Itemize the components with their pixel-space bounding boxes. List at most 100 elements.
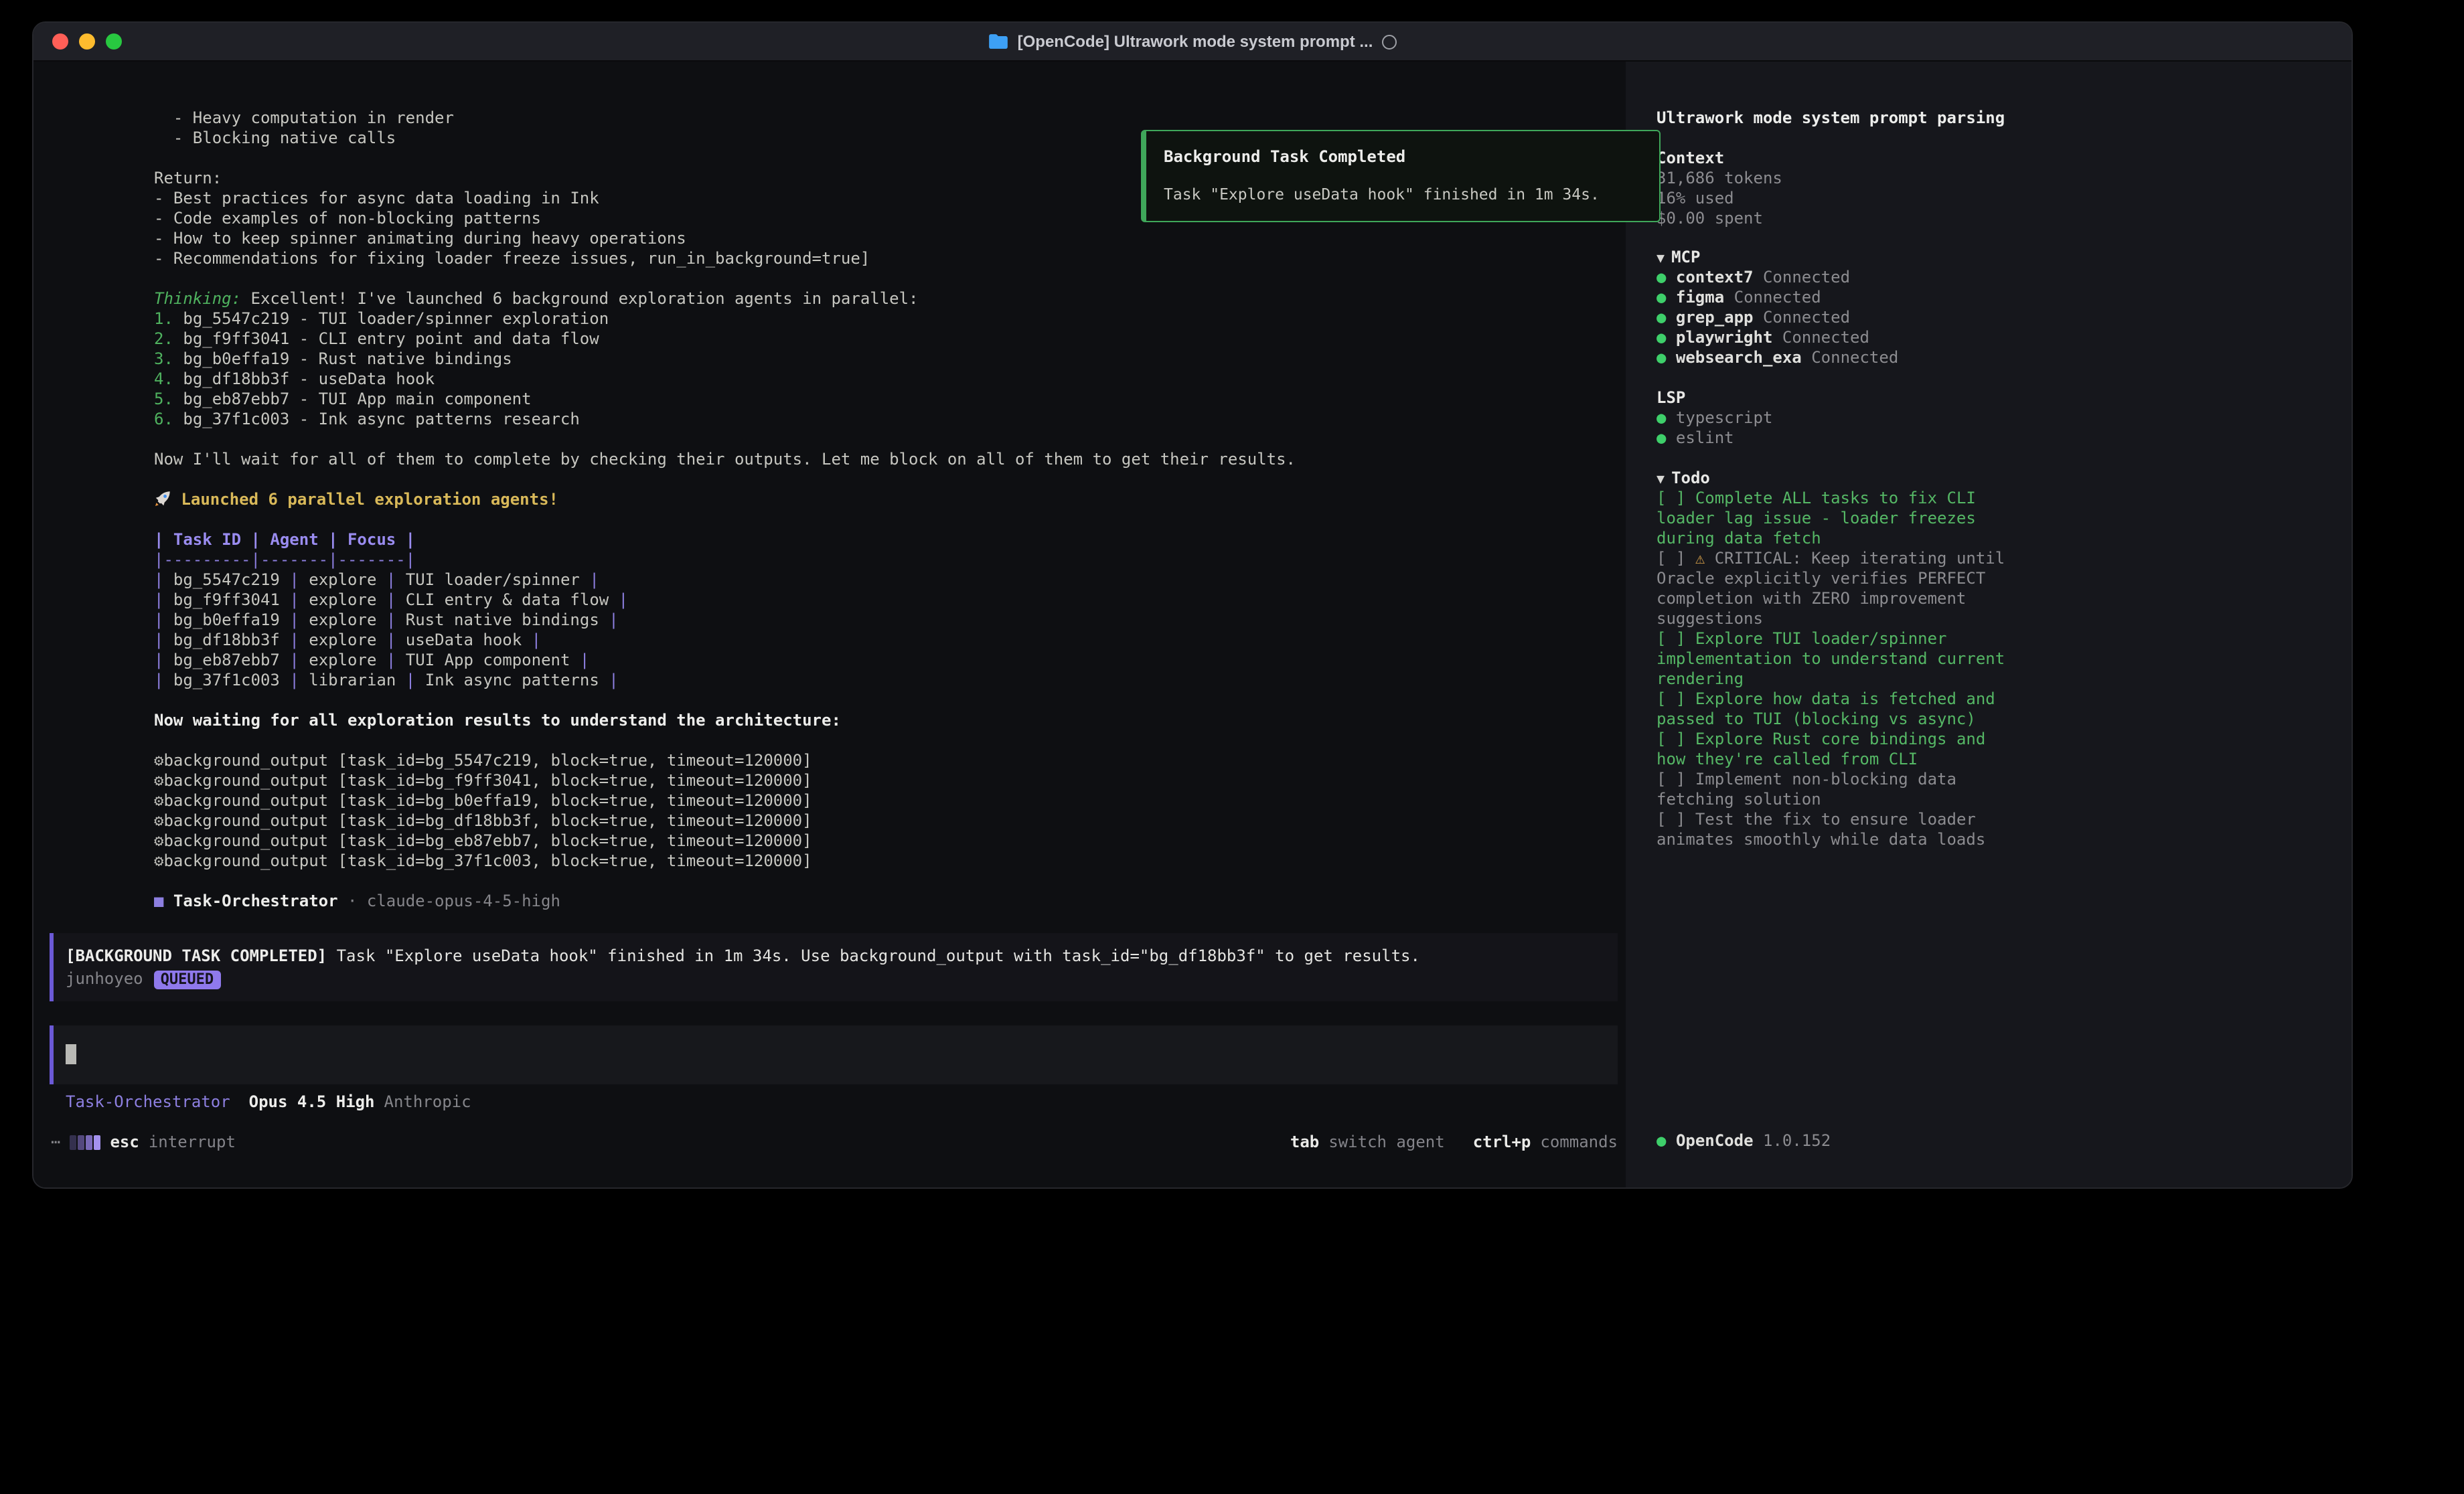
text-segment: explore bbox=[309, 610, 376, 629]
notification-title: Background Task Completed bbox=[1164, 147, 1642, 167]
spinner-blocks bbox=[70, 1135, 100, 1149]
terminal-line: Launched 6 parallel exploration agents! bbox=[154, 490, 1626, 510]
terminal-line: 4. bg_df18bb3f - useData hook bbox=[154, 369, 1626, 390]
mcp-status: Connected bbox=[1763, 308, 1850, 327]
brand-name: OpenCode bbox=[1676, 1131, 1754, 1150]
context-tokens: 31,686 tokens bbox=[1657, 169, 2352, 189]
sidebar-footer: ● OpenCode 1.0.152 bbox=[1657, 1131, 1831, 1151]
status-dot-icon: ● bbox=[1657, 428, 1676, 447]
text-segment: explore bbox=[309, 651, 376, 669]
text-segment: bg_f9ff3041 - CLI entry point and data f… bbox=[183, 329, 599, 348]
text-segment: bg_5547c219 bbox=[173, 570, 280, 589]
todo-checkbox: [ ] bbox=[1657, 810, 1695, 829]
mcp-name: context7 bbox=[1676, 268, 1763, 286]
mcp-name: playwright bbox=[1676, 328, 1782, 347]
prompt-input[interactable] bbox=[50, 1025, 1618, 1084]
terminal-line: | bg_b0effa19 | explore | Rust native bi… bbox=[154, 610, 1626, 631]
text-segment: TUI App component bbox=[406, 651, 570, 669]
esc-key-hint: esc bbox=[110, 1133, 139, 1151]
terminal-line: Now I'll wait for all of them to complet… bbox=[154, 450, 1626, 470]
text-segment: | Task ID | Agent | Focus | bbox=[154, 530, 415, 549]
ctrlp-key-label: commands bbox=[1540, 1133, 1618, 1151]
close-button[interactable] bbox=[52, 33, 68, 50]
mcp-heading[interactable]: ▼MCP bbox=[1657, 248, 2352, 268]
terminal-line bbox=[154, 872, 1626, 892]
text-segment: 2. bbox=[154, 329, 183, 348]
text-segment: 3. bbox=[154, 349, 183, 368]
todo-item: [ ] Explore how data is fetched and pass… bbox=[1657, 689, 2015, 730]
titlebar[interactable]: [OpenCode] Ultrawork mode system prompt … bbox=[33, 23, 2352, 62]
spinner-block bbox=[86, 1135, 92, 1149]
todo-item: [ ] Test the fix to ensure loader animat… bbox=[1657, 810, 2015, 850]
terminal-line: ⚙background_output [task_id=bg_5547c219,… bbox=[154, 751, 1626, 771]
context-used: 16% used bbox=[1657, 189, 2352, 209]
status-dot-icon: ● bbox=[1657, 408, 1676, 427]
mcp-heading-text: MCP bbox=[1671, 248, 1700, 266]
todo-text: Explore TUI loader/spinner implementatio… bbox=[1657, 629, 2005, 688]
text-segment: Launched 6 parallel exploration agents! bbox=[171, 490, 558, 509]
rocket-icon bbox=[154, 490, 171, 509]
status-dot-icon: ● bbox=[1657, 308, 1676, 327]
minimize-button[interactable] bbox=[79, 33, 95, 50]
terminal-pane: - Heavy computation in render - Blocking… bbox=[33, 62, 1626, 1189]
terminal-line bbox=[154, 470, 1626, 490]
text-segment: · claude-opus-4-5-high bbox=[338, 892, 560, 910]
text-segment: background_output [task_id=bg_df18bb3f, … bbox=[163, 811, 812, 830]
todo-checkbox: [ ] bbox=[1657, 549, 1695, 568]
text-segment: | bbox=[154, 610, 173, 629]
task-completed-label: [BACKGROUND TASK COMPLETED] bbox=[66, 946, 327, 965]
todo-item: [ ] Explore TUI loader/spinner implement… bbox=[1657, 629, 2015, 689]
sidebar-title: Ultrawork mode system prompt parsing bbox=[1657, 108, 2352, 129]
text-segment: Excellent! I've launched 6 background ex… bbox=[241, 289, 918, 308]
mcp-list: ● context7 Connected● figma Connected● g… bbox=[1657, 268, 2352, 368]
terminal-line: Thinking: Excellent! I've launched 6 bac… bbox=[154, 289, 1626, 309]
terminal-line: | bg_37f1c003 | librarian | Ink async pa… bbox=[154, 671, 1626, 691]
text-segment: | bbox=[396, 671, 425, 689]
tab-key-label: switch agent bbox=[1328, 1133, 1444, 1151]
text-segment: bg_5547c219 - TUI loader/spinner explora… bbox=[183, 309, 609, 328]
mcp-status: Connected bbox=[1763, 268, 1850, 286]
provider-name: Anthropic bbox=[384, 1092, 471, 1111]
terminal-line: | bg_5547c219 | explore | TUI loader/spi… bbox=[154, 570, 1626, 590]
text-segment: bg_37f1c003 bbox=[173, 671, 280, 689]
terminal-line: 3. bg_b0effa19 - Rust native bindings bbox=[154, 349, 1626, 369]
mcp-name: websearch_exa bbox=[1676, 348, 1811, 367]
folder-icon bbox=[988, 33, 1008, 50]
text-segment: | bbox=[376, 610, 405, 629]
mcp-item: ● playwright Connected bbox=[1657, 328, 2352, 348]
notification-toast[interactable]: Background Task Completed Task "Explore … bbox=[1141, 130, 1661, 222]
todo-checkbox: [ ] bbox=[1657, 730, 1695, 748]
status-dot-icon: ● bbox=[1657, 328, 1676, 347]
mcp-name: grep_app bbox=[1676, 308, 1763, 327]
text-segment: Now waiting for all exploration results … bbox=[154, 711, 841, 730]
todo-heading[interactable]: ▼Todo bbox=[1657, 469, 2352, 489]
text-segment: Thinking: bbox=[154, 289, 241, 308]
terminal-line: - Heavy computation in render bbox=[154, 108, 1626, 129]
text-segment: explore bbox=[309, 570, 376, 589]
text-segment: | bbox=[280, 671, 309, 689]
esc-key-label: interrupt bbox=[149, 1133, 236, 1151]
todo-list: [ ] Complete ALL tasks to fix CLI loader… bbox=[1657, 489, 2015, 850]
task-meta-row: junhoyeo QUEUED bbox=[66, 969, 1618, 989]
terminal-line: ⚙background_output [task_id=bg_b0effa19,… bbox=[154, 791, 1626, 811]
lsp-list: ● typescript● eslint bbox=[1657, 408, 2352, 448]
terminal-line: ⚙background_output [task_id=bg_df18bb3f,… bbox=[154, 811, 1626, 831]
text-segment: bg_b0effa19 bbox=[173, 610, 280, 629]
desktop: [OpenCode] Ultrawork mode system prompt … bbox=[0, 0, 2464, 1494]
background-task-panel: [BACKGROUND TASK COMPLETED] Task "Explor… bbox=[50, 933, 1618, 1001]
text-segment: TUI loader/spinner bbox=[406, 570, 580, 589]
status-bar: ⋯ esc interrupt tab switch agent ctrl+p … bbox=[51, 1133, 1618, 1151]
text-segment: Task-Orchestrator bbox=[173, 892, 338, 910]
terminal-line: - How to keep spinner animating during h… bbox=[154, 229, 1626, 249]
spinner-block bbox=[78, 1135, 84, 1149]
text-segment: | bbox=[570, 651, 589, 669]
zoom-button[interactable] bbox=[106, 33, 122, 50]
lsp-item: ● eslint bbox=[1657, 428, 2352, 448]
text-segment: bg_37f1c003 - Ink async patterns researc… bbox=[183, 410, 579, 428]
todo-text: Explore Rust core bindings and how they'… bbox=[1657, 730, 1985, 768]
text-segment: background_output [task_id=bg_f9ff3041, … bbox=[163, 771, 812, 790]
terminal-line: 1. bg_5547c219 - TUI loader/spinner expl… bbox=[154, 309, 1626, 329]
terminal-line: ⚙background_output [task_id=bg_37f1c003,… bbox=[154, 851, 1626, 872]
brand-version: 1.0.152 bbox=[1763, 1131, 1831, 1150]
task-completed-message: [BACKGROUND TASK COMPLETED] Task "Explor… bbox=[66, 946, 1618, 967]
